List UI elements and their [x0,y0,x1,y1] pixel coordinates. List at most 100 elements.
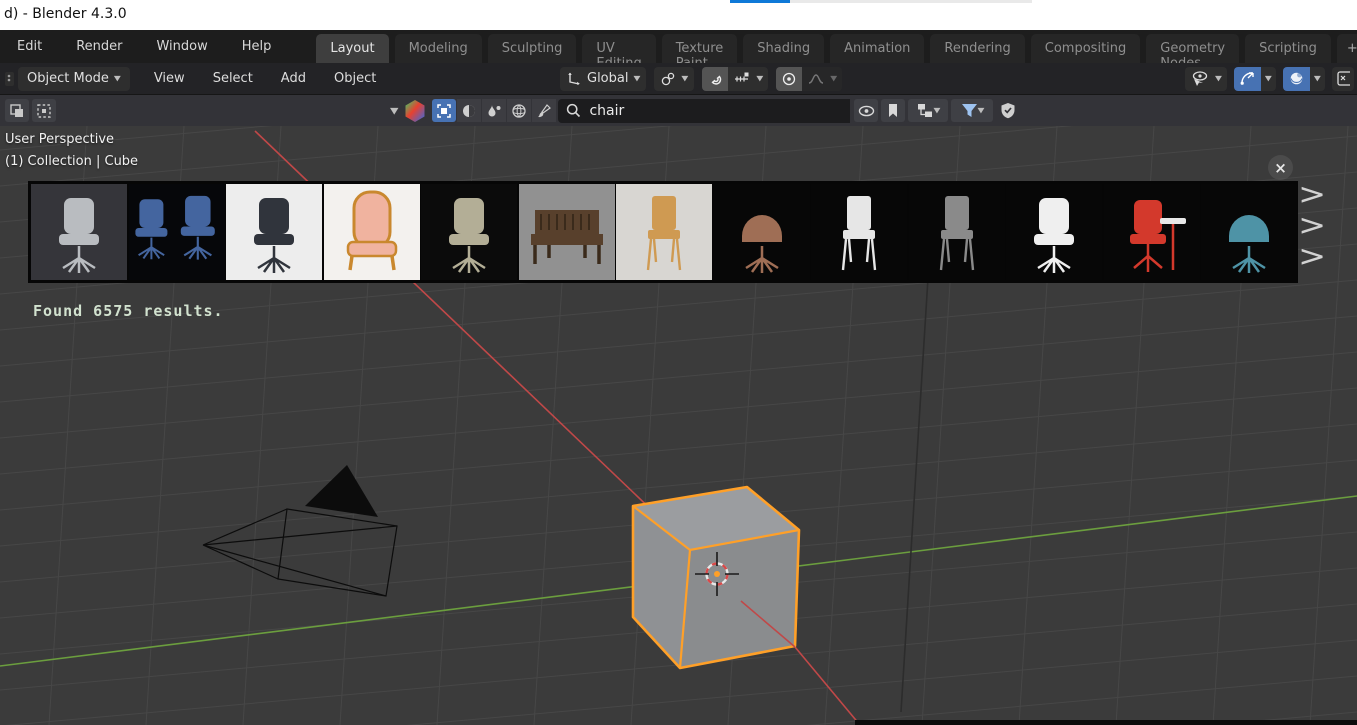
asset-results-strip [28,181,1298,283]
chevron-down-icon: ▼ [681,75,688,83]
object-visibility-selector[interactable]: ▼ [1185,67,1227,91]
menu-edit[interactable]: Edit [0,30,59,63]
asset-thumbnail-4[interactable] [324,184,420,280]
tab-sculpting[interactable]: Sculpting [488,34,577,63]
asset-thumbnail-11[interactable] [1006,184,1102,280]
asset-thumbnail-10[interactable] [909,184,1005,280]
tool-settings-bar: ▼ [0,95,1357,126]
search-input[interactable] [589,103,819,119]
asset-type-scene[interactable] [482,99,506,122]
cube-object[interactable] [633,487,799,668]
viewport-3d[interactable]: User Perspective (1) Collection | Cube ×… [0,126,1357,725]
search-status-text: Found 6575 results. [33,302,224,320]
tab-scripting[interactable]: Scripting [1245,34,1331,63]
tab-animation[interactable]: Animation [830,34,924,63]
overlay-controls: ▼ [1283,67,1325,91]
overlays-icon [1288,70,1305,87]
chair-thumbnail-icon [1006,184,1102,280]
tab-layout[interactable]: Layout [316,34,388,63]
falloff-selector[interactable]: ▼ [802,67,842,91]
bookmarks-button[interactable] [881,99,905,122]
filter-funnel-icon [961,103,978,118]
menu-window[interactable]: Window [139,30,224,63]
add-workspace-button[interactable]: + [1337,34,1357,63]
pivot-point-selector[interactable]: ▼ [654,67,694,91]
categories-icon [917,103,934,118]
asset-type-hdr[interactable] [507,99,531,122]
show-gizmo-toggle[interactable] [1234,67,1261,91]
mode-selector-label: Object Mode [27,71,109,86]
asset-thumbnail-13[interactable] [1201,184,1297,280]
asset-type-material[interactable] [457,99,481,122]
asset-thumbnail-1[interactable] [31,184,127,280]
tab-rendering[interactable]: Rendering [930,34,1024,63]
chevron-down-icon: ▼ [830,75,837,83]
proportional-editing-toggle[interactable] [776,67,802,91]
progress-bar-fill [730,0,790,3]
asset-thumbnail-5[interactable] [421,184,517,280]
snap-toggle-button[interactable] [702,67,728,91]
asset-thumbnail-7[interactable] [616,184,712,280]
collapse-chevron-icon[interactable]: ▼ [390,105,398,115]
show-overlays-toggle[interactable] [1283,67,1310,91]
tab-geometry-nodes[interactable]: Geometry Nodes [1146,34,1239,63]
orientation-label: Global [587,71,628,86]
asset-thumbnail-9[interactable] [811,184,907,280]
asset-thumbnail-6[interactable] [519,184,615,280]
tab-modeling[interactable]: Modeling [395,34,482,63]
editor-type-icon[interactable] [2,69,14,89]
asset-thumbnail-12[interactable] [1104,184,1200,280]
menu-help[interactable]: Help [225,30,289,63]
filters-button[interactable]: ▼ [951,99,993,122]
bookmark-icon [887,103,899,118]
tab-compositing[interactable]: Compositing [1031,34,1141,63]
chevron-down-icon: ▼ [934,107,941,115]
orientation-selector[interactable]: Global ▼ [560,67,646,91]
chevron-down-icon: ▼ [1265,75,1272,83]
tab-shading[interactable]: Shading [743,34,824,63]
scroll-right-arrow[interactable]: > [1298,179,1326,210]
os-title-bar: d) - Blender 4.3.0 [0,0,1357,30]
menu-select[interactable]: Select [199,71,267,86]
menu-view[interactable]: View [140,71,199,86]
asset-type-brush[interactable] [532,99,556,122]
search-box[interactable] [558,99,850,123]
origins-mode-button[interactable] [32,99,56,122]
chevron-down-icon: ▼ [1215,75,1222,83]
snapping-controls: ▼ [702,67,768,91]
hdr-icon [511,103,527,119]
orientation-axes-icon [566,71,582,87]
display-controls: ▼ ▼ [1185,67,1354,91]
close-asset-bar-button[interactable]: × [1268,155,1293,180]
scroll-right-arrow[interactable]: > [1298,241,1326,272]
menu-add[interactable]: Add [267,71,320,86]
dashed-square-icon [36,103,52,119]
menu-render[interactable]: Render [59,30,139,63]
tab-texture-paint[interactable]: Texture Paint [662,34,738,63]
chair-thumbnail-icon [226,184,322,280]
mode-selector[interactable]: Object Mode ▼ [18,67,130,91]
preview-visibility-button[interactable] [854,99,878,122]
asset-thumbnail-3[interactable] [226,184,322,280]
menu-object[interactable]: Object [320,71,390,86]
camera-object[interactable] [203,465,397,596]
asset-type-model[interactable] [432,99,456,122]
snap-target-selector[interactable]: ▼ [728,67,768,91]
transform-controls: Global ▼ ▼ [560,67,842,91]
gizmo-dropdown[interactable]: ▼ [1261,67,1276,91]
blenderkit-logo-icon[interactable] [404,99,426,123]
categories-button[interactable]: ▼ [908,99,948,122]
depth-grid-line [901,278,928,712]
overlays-dropdown[interactable]: ▼ [1310,67,1325,91]
chevron-down-icon: ▼ [1314,75,1321,83]
verification-button[interactable] [996,99,1020,122]
gizmos-icon [1239,70,1256,87]
overlap-mode-button[interactable] [5,99,29,122]
brush-icon [536,103,552,119]
tab-uv-editing[interactable]: UV Editing [582,34,655,63]
asset-thumbnail-8[interactable] [714,184,810,280]
asset-thumbnail-2[interactable] [129,184,225,280]
scroll-right-arrow[interactable]: > [1298,210,1326,241]
xray-toggle-partial[interactable] [1332,67,1354,91]
camera-up-triangle [305,465,378,517]
